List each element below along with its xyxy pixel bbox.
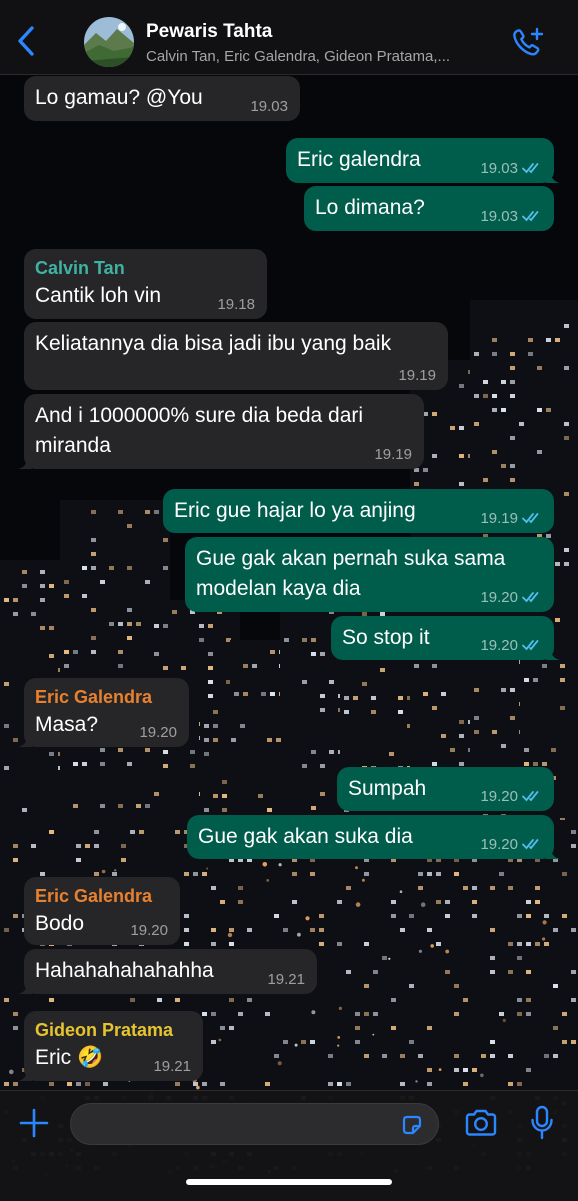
message-status: 19.20 (480, 637, 544, 654)
chat-header: Pewaris Tahta Calvin Tan, Eric Galendra,… (0, 0, 578, 75)
message-time: 19.03 (480, 160, 518, 177)
message-status: 19.20 (480, 589, 544, 606)
message-time: 19.03 (480, 208, 518, 225)
bubble-tail (546, 169, 560, 183)
group-members[interactable]: Calvin Tan, Eric Galendra, Gideon Pratam… (146, 48, 501, 65)
bubble-tail (546, 845, 560, 859)
message-outgoing[interactable]: Gue gak akan suka dia 19.20 (187, 815, 560, 859)
message-status: 19.19 (480, 510, 544, 527)
message-time: 19.18 (217, 296, 255, 313)
double-check-icon (522, 640, 539, 651)
sender-name[interactable]: Eric Galendra (35, 686, 177, 708)
sender-name[interactable]: Calvin Tan (35, 257, 255, 279)
message-outgoing[interactable]: Eric galendra 19.03 (286, 138, 560, 183)
chevron-left-icon[interactable] (14, 24, 40, 58)
message-time: 19.21 (153, 1058, 191, 1075)
double-check-icon (522, 513, 539, 524)
message-incoming[interactable]: Hahahahahahahha 19.21 (18, 949, 317, 994)
message-time: 19.20 (480, 589, 518, 606)
message-time: 19.19 (480, 510, 518, 527)
message-time: 19.19 (398, 367, 436, 384)
home-indicator[interactable] (186, 1179, 392, 1185)
camera-icon[interactable] (464, 1108, 498, 1138)
message-time: 19.19 (374, 446, 412, 463)
message-time: 19.20 (480, 637, 518, 654)
message-incoming[interactable]: Lo gamau? @You 19.03 (24, 76, 300, 121)
message-incoming[interactable]: Eric Galendra Bodo 19.20 (24, 877, 180, 945)
bubble-tail (18, 980, 32, 994)
message-outgoing[interactable]: Sumpah 19.20 (337, 767, 554, 811)
message-input[interactable] (70, 1103, 439, 1145)
microphone-icon[interactable] (530, 1105, 554, 1141)
message-status: 19.20 (480, 788, 544, 805)
message-outgoing[interactable]: Gue gak akan pernah suka sama modelan ka… (185, 537, 554, 612)
message-text: And i 1000000% sure dia beda dari mirand… (35, 404, 364, 457)
bubble-tail (18, 733, 32, 747)
bubble-tail (546, 646, 560, 660)
message-incoming[interactable]: Keliatannya dia bisa jadi ibu yang baik … (24, 322, 448, 390)
double-check-icon (522, 211, 539, 222)
double-check-icon (522, 839, 539, 850)
message-time: 19.03 (250, 98, 288, 115)
message-time: 19.21 (267, 971, 305, 988)
message-time: 19.20 (480, 836, 518, 853)
plus-icon[interactable] (18, 1107, 50, 1139)
message-text: Hahahahahahahha (35, 959, 214, 982)
bubble-tail (18, 1067, 32, 1081)
message-status: 19.20 (480, 836, 544, 853)
message-time: 19.20 (130, 922, 168, 939)
bubble-tail (18, 455, 32, 469)
add-call-icon[interactable] (510, 26, 546, 60)
sticker-icon[interactable] (400, 1113, 424, 1137)
message-status: 19.03 (480, 208, 544, 225)
message-incoming[interactable]: Eric Galendra Masa? 19.20 (18, 678, 189, 747)
sender-name[interactable]: Gideon Pratama (35, 1019, 191, 1041)
double-check-icon (522, 163, 539, 174)
double-check-icon (522, 791, 539, 802)
double-check-icon (522, 592, 539, 603)
message-incoming[interactable]: Gideon Pratama Eric 🤣 19.21 (18, 1011, 203, 1081)
group-avatar[interactable] (84, 17, 134, 67)
message-status: 19.03 (480, 160, 544, 177)
message-time: 19.20 (139, 724, 177, 741)
message-outgoing[interactable]: Lo dimana? 19.03 (304, 186, 554, 231)
message-outgoing[interactable]: Eric gue hajar lo ya anjing 19.19 (163, 489, 554, 533)
message-time: 19.20 (480, 788, 518, 805)
message-incoming[interactable]: Calvin Tan Cantik loh vin 19.18 (24, 249, 267, 319)
message-incoming[interactable]: And i 1000000% sure dia beda dari mirand… (18, 394, 424, 469)
message-outgoing[interactable]: So stop it 19.20 (331, 616, 560, 660)
message-text: Keliatannya dia bisa jadi ibu yang baik (35, 332, 392, 355)
chat-title[interactable]: Pewaris Tahta (146, 21, 272, 43)
sender-name[interactable]: Eric Galendra (35, 885, 168, 907)
